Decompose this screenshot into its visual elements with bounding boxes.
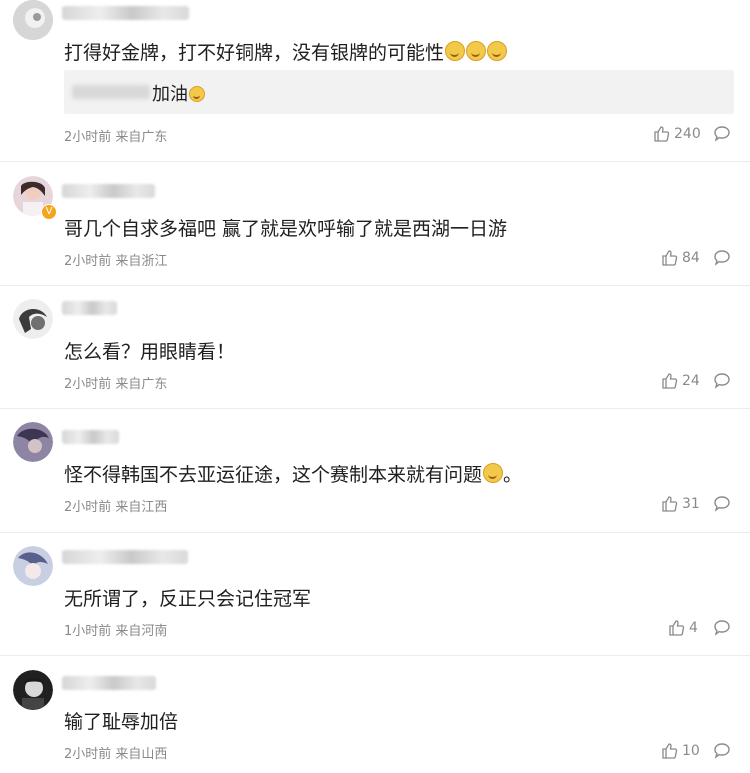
comment-meta: 2小时前 来自广东 bbox=[64, 377, 168, 392]
thumbs-up-icon bbox=[662, 743, 678, 759]
like-count: 24 bbox=[682, 373, 700, 389]
doge-emoji-icon bbox=[466, 41, 487, 61]
reply-username-blurred bbox=[72, 85, 150, 99]
like-count: 4 bbox=[689, 620, 698, 636]
comment-item: V 哥几个自求多福吧 赢了就是欢呼输了就是西湖一日游 2小时前 来自浙江 84 bbox=[0, 162, 750, 286]
like-button[interactable]: 84 bbox=[660, 248, 700, 268]
avatar-image bbox=[13, 546, 53, 586]
reply-text-content: 加油 bbox=[152, 84, 188, 105]
like-button[interactable]: 240 bbox=[652, 124, 701, 144]
avatar[interactable] bbox=[13, 299, 53, 339]
doge-emoji-icon bbox=[487, 41, 508, 61]
like-count: 10 bbox=[682, 743, 700, 759]
comment-item: 输了耻辱加倍 2小时前 来自山西 10 bbox=[0, 656, 750, 773]
comment-item: 怪不得韩国不去亚运征途，这个赛制本来就有问题。 2小时前 来自江西 31 bbox=[0, 409, 750, 533]
doge-emoji-icon bbox=[483, 463, 504, 483]
avatar[interactable] bbox=[13, 670, 53, 710]
doge-emoji-icon bbox=[189, 86, 205, 102]
username-blurred[interactable] bbox=[62, 676, 156, 690]
verified-badge-icon: V bbox=[41, 204, 57, 220]
comment-bubble-icon[interactable] bbox=[713, 124, 731, 142]
comment-bubble-icon[interactable] bbox=[713, 741, 731, 759]
thumbs-up-icon bbox=[662, 250, 678, 266]
like-button[interactable]: 10 bbox=[660, 741, 700, 761]
comment-bubble-icon[interactable] bbox=[713, 618, 731, 636]
username-blurred[interactable] bbox=[62, 430, 119, 444]
comment-meta: 1小时前 来自河南 bbox=[64, 624, 168, 639]
comment-meta: 2小时前 来自浙江 bbox=[64, 254, 168, 269]
like-count: 240 bbox=[674, 126, 701, 142]
avatar-image bbox=[13, 299, 53, 339]
comment-text: 打得好金牌，打不好铜牌，没有银牌的可能性 bbox=[64, 38, 508, 65]
username-blurred[interactable] bbox=[62, 6, 189, 20]
reply-text: 加油 bbox=[152, 80, 205, 106]
doge-emoji-icon bbox=[445, 41, 466, 61]
like-button[interactable]: 31 bbox=[660, 494, 700, 514]
comment-text: 无所谓了，反正只会记住冠军 bbox=[64, 588, 312, 610]
comment-text: 输了耻辱加倍 bbox=[64, 711, 179, 733]
comment-meta: 2小时前 来自江西 bbox=[64, 500, 168, 515]
thumbs-up-icon bbox=[669, 620, 685, 636]
comment-text: 怪不得韩国不去亚运征途，这个赛制本来就有问题。 bbox=[64, 460, 522, 487]
comment-meta: 2小时前 来自山西 bbox=[64, 747, 168, 762]
like-button[interactable]: 4 bbox=[667, 618, 698, 638]
comment-text-suffix: 。 bbox=[503, 464, 523, 486]
comment-item: 怎么看？用眼睛看！ 2小时前 来自广东 24 bbox=[0, 286, 750, 409]
thumbs-up-icon bbox=[662, 373, 678, 389]
avatar-image bbox=[13, 422, 53, 462]
avatar[interactable] bbox=[13, 546, 53, 586]
avatar[interactable] bbox=[13, 0, 53, 40]
avatar[interactable] bbox=[13, 422, 53, 462]
like-count: 31 bbox=[682, 496, 700, 512]
like-count: 84 bbox=[682, 250, 700, 266]
comment-text-content: 怪不得韩国不去亚运征途，这个赛制本来就有问题 bbox=[64, 464, 483, 486]
thumbs-up-icon bbox=[654, 126, 670, 142]
like-button[interactable]: 24 bbox=[660, 371, 700, 391]
comment-bubble-icon[interactable] bbox=[713, 248, 731, 266]
avatar-image bbox=[13, 0, 53, 40]
avatar-image bbox=[13, 670, 53, 710]
thumbs-up-icon bbox=[662, 496, 678, 512]
username-blurred[interactable] bbox=[62, 550, 188, 564]
comment-text-content: 打得好金牌，打不好铜牌，没有银牌的可能性 bbox=[64, 42, 445, 64]
username-blurred[interactable] bbox=[62, 184, 155, 198]
comment-bubble-icon[interactable] bbox=[713, 494, 731, 512]
reply-preview[interactable]: 加油 bbox=[64, 70, 734, 114]
comment-item: 打得好金牌，打不好铜牌，没有银牌的可能性 加油 2小时前 来自广东 240 bbox=[0, 0, 750, 162]
comment-bubble-icon[interactable] bbox=[713, 371, 731, 389]
comment-text: 怎么看？用眼睛看！ bbox=[64, 341, 236, 363]
comment-text: 哥几个自求多福吧 赢了就是欢呼输了就是西湖一日游 bbox=[64, 218, 508, 240]
username-blurred[interactable] bbox=[62, 301, 117, 315]
comment-item: 无所谓了，反正只会记住冠军 1小时前 来自河南 4 bbox=[0, 533, 750, 656]
comment-meta: 2小时前 来自广东 bbox=[64, 130, 168, 145]
